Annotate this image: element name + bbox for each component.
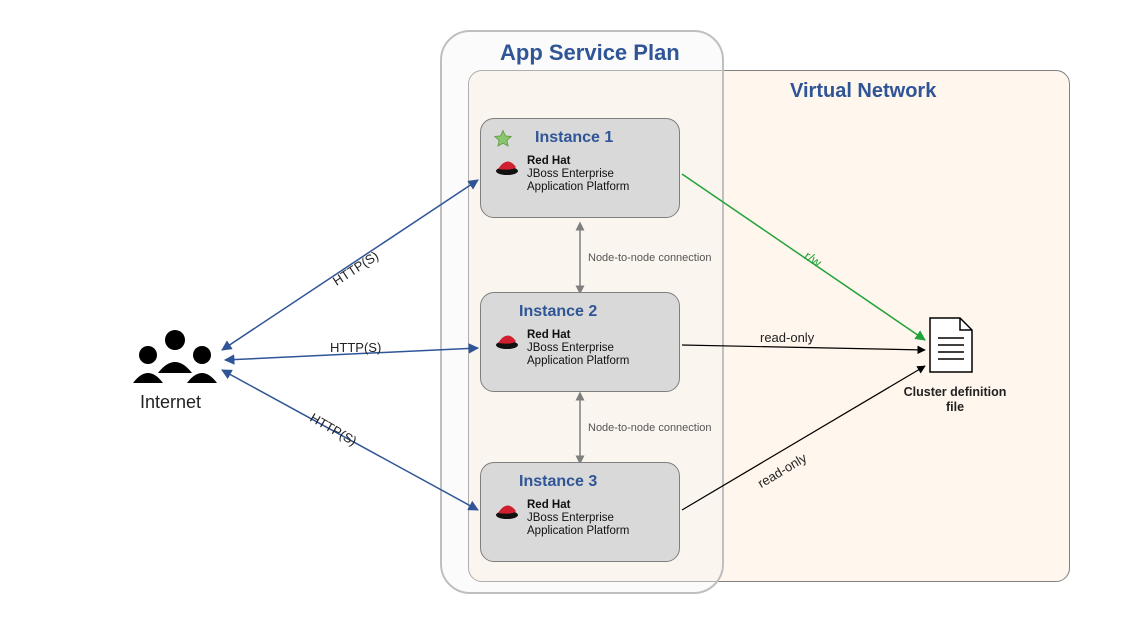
ro-label-mid: read-only bbox=[760, 330, 814, 345]
instance-3-title: Instance 3 bbox=[519, 473, 665, 491]
http-label-bot: HTTP(S) bbox=[308, 410, 360, 449]
redhat-icon bbox=[495, 329, 519, 353]
star-icon bbox=[493, 129, 513, 149]
instance-1-redhat-text: Red Hat JBoss Enterprise Application Pla… bbox=[527, 155, 629, 195]
node-conn-label-bot: Node-to-node connection bbox=[588, 422, 712, 434]
instance-2-redhat-text: Red Hat JBoss Enterprise Application Pla… bbox=[527, 329, 629, 369]
instance-3-box: Instance 3 Red Hat JBoss Enterprise Appl… bbox=[480, 462, 680, 562]
instance-3-redhat-text: Red Hat JBoss Enterprise Application Pla… bbox=[527, 499, 629, 539]
http-label-mid: HTTP(S) bbox=[330, 340, 381, 355]
node-conn-label-top: Node-to-node connection bbox=[588, 252, 712, 264]
redhat-icon bbox=[495, 155, 519, 179]
instance-1-box: Instance 1 Red Hat JBoss Enterprise Appl… bbox=[480, 118, 680, 218]
instance-2-title: Instance 2 bbox=[519, 303, 665, 321]
virtual-network-title: Virtual Network bbox=[790, 80, 936, 103]
instance-2-box: Instance 2 Red Hat JBoss Enterprise Appl… bbox=[480, 292, 680, 392]
instance-1-title: Instance 1 bbox=[535, 129, 665, 147]
app-service-plan-title: App Service Plan bbox=[500, 40, 680, 66]
internet-label: Internet bbox=[140, 392, 201, 413]
redhat-icon bbox=[495, 499, 519, 523]
diagram-canvas: App Service Plan Virtual Network bbox=[0, 0, 1136, 636]
users-icon bbox=[133, 330, 217, 383]
file-label: Cluster definition file bbox=[895, 385, 1015, 415]
http-label-top: HTTP(S) bbox=[330, 248, 381, 289]
